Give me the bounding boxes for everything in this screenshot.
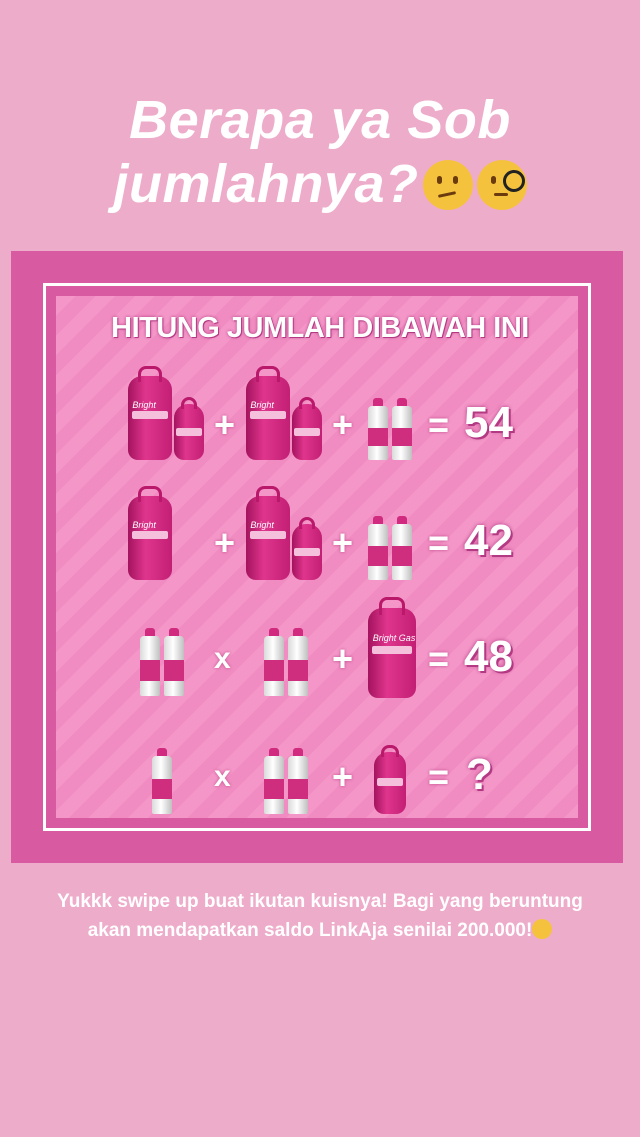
gas-cylinder-icon — [292, 397, 322, 460]
caption-line-1: Yukkk swipe up buat ikutan kuisnya! Bagi… — [57, 891, 583, 912]
headline-line-1: Berapa ya Sob — [129, 90, 511, 150]
equals-sign: = — [428, 638, 450, 679]
result-value: 48 — [464, 632, 513, 681]
operator-1: x — [214, 642, 231, 675]
monocle-face-icon — [476, 160, 527, 210]
headline-line-2-wrap: jumlahnya? — [0, 152, 640, 216]
operator-2: + — [332, 522, 354, 563]
result-value: 54 — [464, 398, 513, 447]
headline-line-2: jumlahnya? — [113, 154, 419, 214]
gas-cylinder-icon: Bright Gas — [128, 485, 172, 580]
gas-cylinder-icon: Bright Gas — [246, 485, 290, 580]
gas-canister-icon — [152, 748, 172, 814]
gas-canister-icon — [140, 628, 160, 696]
gas-canister-icon — [368, 398, 388, 460]
result-value: 42 — [464, 516, 513, 565]
gas-canister-icon — [392, 516, 412, 580]
operator-1: + — [214, 522, 236, 563]
gas-canister-icon — [288, 748, 308, 814]
equals-sign: = — [428, 522, 450, 563]
gas-cylinder-icon — [292, 517, 322, 580]
gas-canister-icon — [164, 628, 184, 696]
gas-cylinder-icon — [374, 744, 406, 814]
equals-sign: = — [428, 756, 450, 797]
grinning-squinting-face-icon — [532, 919, 553, 939]
gas-cylinder-icon: Bright Gas — [128, 365, 172, 460]
gas-canister-icon — [264, 748, 284, 814]
equation-row-4: x + = ? — [0, 720, 640, 830]
equation-row-3: x + Bright Gas = 48 — [0, 597, 640, 710]
gas-canister-icon — [368, 516, 388, 580]
caption-line-2: akan mendapatkan saldo LinkAja senilai 2… — [87, 920, 533, 941]
equation-row-1: Bright Gas + Bright Gas + = 54 — [0, 365, 640, 476]
gas-canister-icon — [392, 398, 412, 460]
caption-line-2-wrap: akan mendapatkan saldo LinkAja senilai 2… — [0, 916, 640, 945]
operator-1: + — [214, 404, 236, 445]
puzzle-title: HITUNG JUMLAH DIBAWAH INI — [111, 312, 529, 344]
equals-sign: = — [428, 404, 450, 445]
headline: Berapa ya Sob jumlahnya? — [0, 88, 640, 216]
operator-2: + — [332, 756, 354, 797]
gas-canister-icon — [264, 628, 284, 696]
gas-cylinder-icon: Bright Gas — [368, 597, 416, 698]
gas-cylinder-icon: Bright Gas — [246, 365, 290, 460]
gas-canister-icon — [288, 628, 308, 696]
result-value: ? — [466, 750, 493, 799]
caption: Yukkk swipe up buat ikutan kuisnya! Bagi… — [0, 887, 640, 945]
gas-cylinder-icon — [174, 397, 204, 460]
operator-1: x — [214, 760, 231, 793]
thinking-face-icon — [422, 160, 473, 210]
operator-2: + — [332, 638, 354, 679]
equation-row-2: Bright Gas + Bright Gas + = 42 — [0, 484, 640, 594]
operator-2: + — [332, 404, 354, 445]
